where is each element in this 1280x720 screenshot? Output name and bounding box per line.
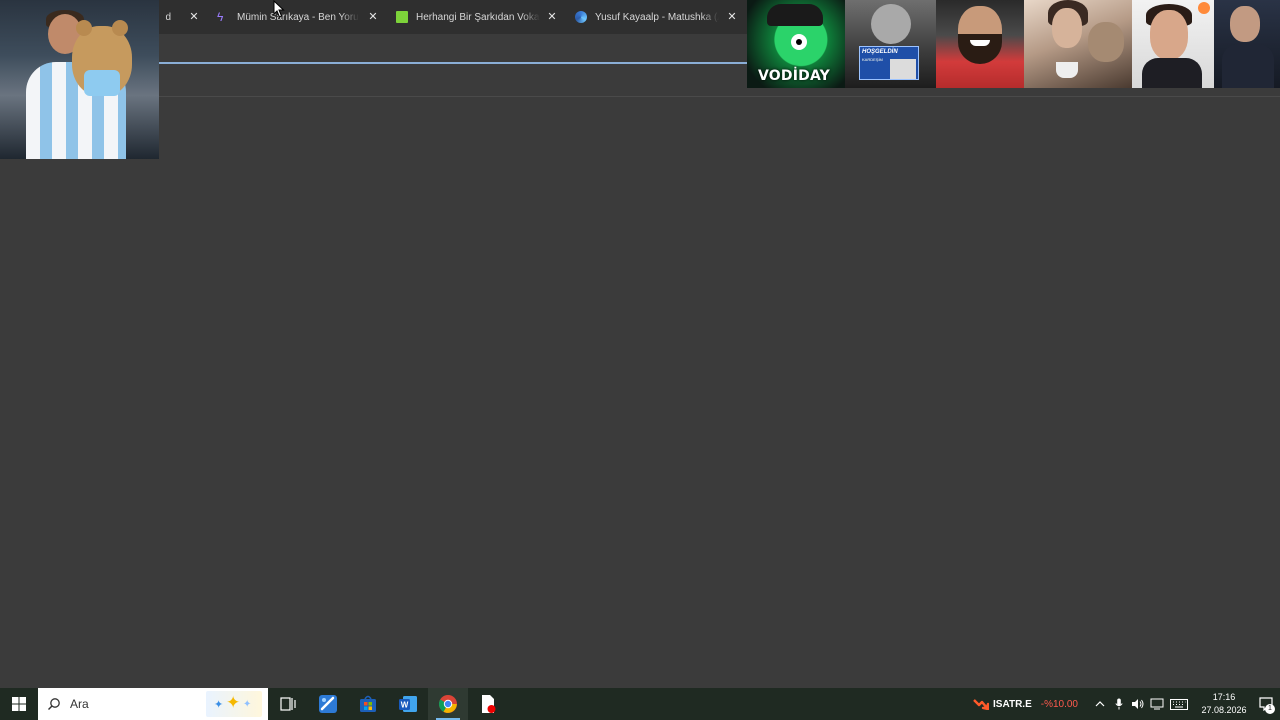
mascot-eye (791, 34, 807, 50)
browser-tabstrip: d ✕ ϟ Mümin Sarıkaya - Ben Yoruldum ✕ He… (159, 0, 747, 34)
mouse-cursor-icon (273, 0, 285, 18)
keyboard-icon[interactable] (1166, 688, 1192, 720)
divider (159, 96, 1280, 97)
taskbar-app-word[interactable]: W (388, 688, 428, 720)
welcome-sign: HOŞGELDİN KARDEŞİM (859, 46, 919, 80)
tab-title: Yusuf Kayaalp - Matushka (A (595, 11, 719, 23)
player-photo-overlay (0, 0, 159, 159)
thumbnail-welcome-sign[interactable]: HOŞGELDİN KARDEŞİM (845, 0, 936, 88)
body-shape (1142, 58, 1202, 88)
body-shape (1222, 44, 1274, 88)
tab-title: d (165, 11, 171, 23)
network-icon[interactable] (1147, 688, 1166, 720)
notification-center-button[interactable]: 1 (1252, 688, 1280, 720)
stock-widget[interactable]: ISATR.E -%10.00 (973, 698, 1078, 710)
cat-shape (1088, 22, 1124, 62)
close-icon[interactable]: ✕ (725, 10, 739, 24)
taskbar-app-store[interactable] (348, 688, 388, 720)
thumbnail-streamer[interactable] (1132, 0, 1214, 88)
taskbar-app-pdf[interactable] (468, 688, 508, 720)
thumbnail-dark-portrait[interactable] (1214, 0, 1280, 88)
stock-symbol: ISATR.E (993, 698, 1032, 710)
thumbnail-bearded-man[interactable] (936, 0, 1024, 88)
cup-shape (1056, 62, 1078, 78)
sign-picture (890, 59, 916, 79)
svg-text:W: W (401, 701, 409, 710)
clock[interactable]: 17:16 27.08.2026 (1196, 691, 1252, 717)
speaker-icon[interactable] (1128, 688, 1147, 720)
close-icon[interactable]: ✕ (187, 10, 201, 24)
face-shape (1230, 6, 1260, 42)
start-button[interactable] (0, 688, 38, 720)
stream-thumbnail-strip: VODİDAY HOŞGELDİN KARDEŞİM (747, 0, 1280, 88)
teddy-bear-shirt (84, 70, 120, 96)
thumbnail-label: VODİDAY (758, 68, 830, 84)
bolt-icon: ϟ (217, 10, 224, 24)
windows-logo-icon (12, 697, 26, 711)
thumbnail-vodiday[interactable]: VODİDAY (747, 0, 845, 88)
face-shape (1150, 10, 1188, 60)
chrome-app-icon (438, 695, 457, 713)
task-view-icon (280, 697, 296, 711)
search-icon (38, 688, 70, 720)
stock-change: -%10.00 (1040, 698, 1078, 710)
taskbar-app-photos[interactable] (308, 688, 348, 720)
notification-badge: 1 (1265, 704, 1275, 714)
smile-shape (970, 40, 990, 46)
close-icon[interactable]: ✕ (545, 10, 559, 24)
microphone-icon[interactable] (1109, 688, 1128, 720)
tab-title: Mümin Sarıkaya - Ben Yoruldum (237, 11, 359, 23)
stock-down-arrow-icon (973, 699, 990, 710)
sign-subtitle: KARDEŞİM (862, 57, 883, 62)
search-placeholder: Ara (70, 697, 89, 711)
face-shape (871, 4, 911, 44)
beard-shape (958, 34, 1002, 64)
green-square-icon (396, 11, 408, 23)
clock-time: 17:16 (1212, 692, 1236, 702)
photos-app-icon (319, 695, 337, 713)
edge-icon (575, 11, 587, 23)
close-icon[interactable]: ✕ (366, 10, 380, 24)
tab-title: Herhangi Bir Şarkıdan Vokal Ayırma (416, 11, 540, 23)
sign-title: HOŞGELDİN (862, 49, 898, 55)
search-highlight-sparkle-icon[interactable]: ✦ ✦ ✦ (206, 691, 262, 717)
face-shape (1052, 8, 1082, 48)
pdf-app-icon (482, 695, 496, 713)
chevron-up-icon[interactable] (1090, 688, 1109, 720)
browser-toolbar[interactable] (159, 34, 747, 64)
task-view-button[interactable] (268, 688, 308, 720)
store-app-icon (360, 695, 376, 712)
system-tray: ISATR.E -%10.00 17:16 27.08.2026 1 (973, 688, 1280, 720)
clock-date: 27.08.2026 (1201, 705, 1247, 715)
browser-tab[interactable]: ϟ Mümin Sarıkaya - Ben Yoruldum ✕ (209, 0, 388, 34)
taskbar-app-chrome[interactable] (428, 688, 468, 720)
browser-tab[interactable]: d ✕ (159, 0, 209, 34)
taskbar-search-box[interactable]: Ara ✦ ✦ ✦ (38, 688, 268, 720)
browser-tab[interactable]: Herhangi Bir Şarkıdan Vokal Ayırma ✕ (388, 0, 567, 34)
desktop-screen: d ✕ ϟ Mümin Sarıkaya - Ben Yoruldum ✕ He… (0, 0, 1280, 720)
cap-shape (767, 4, 823, 26)
word-app-icon: W (399, 696, 417, 712)
taskbar: Ara ✦ ✦ ✦ W ISATR.E -%10.00 17:16 27.08.… (0, 688, 1280, 720)
live-dot-icon (1198, 2, 1210, 14)
thumbnail-illustration-cat[interactable] (1024, 0, 1132, 88)
browser-tab[interactable]: Yusuf Kayaalp - Matushka (A ✕ (567, 0, 747, 34)
